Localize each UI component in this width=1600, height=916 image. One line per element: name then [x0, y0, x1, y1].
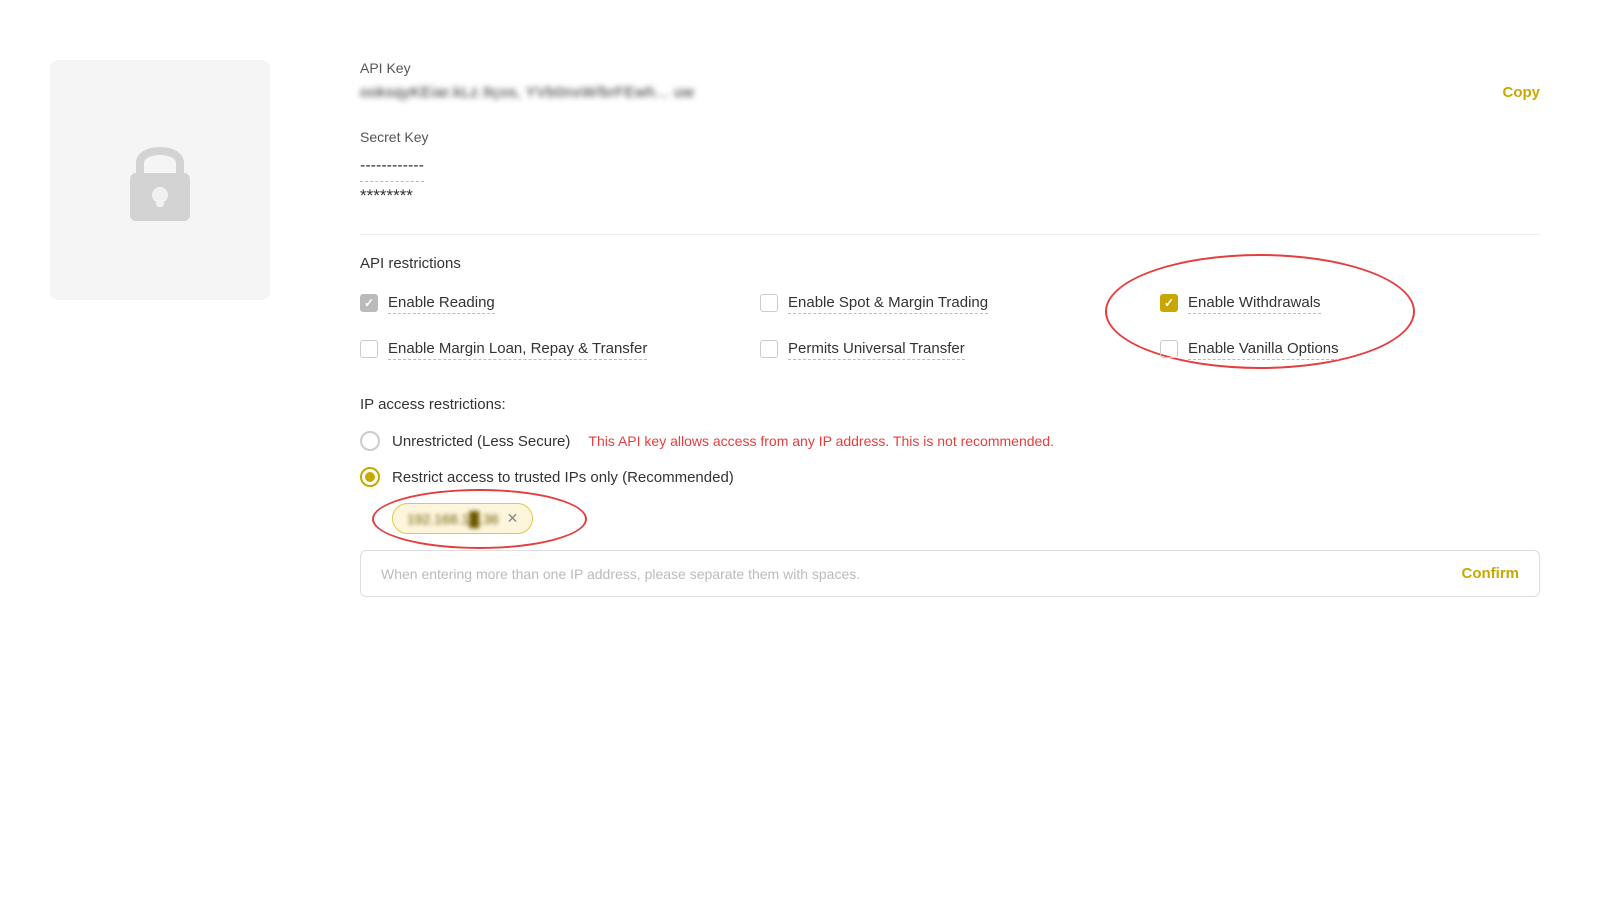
secret-key-label: Secret Key [360, 129, 1540, 145]
divider [360, 234, 1540, 235]
copy-button[interactable]: Copy [1503, 84, 1541, 101]
unrestricted-radio-row: Unrestricted (Less Secure) This API key … [360, 431, 1540, 451]
checkmark-withdrawals: ✓ [1164, 296, 1174, 310]
lock-icon [120, 135, 200, 225]
checkmark-reading: ✓ [364, 296, 374, 310]
left-panel [0, 0, 320, 916]
checkbox-enable-spot: Enable Spot & Margin Trading [760, 292, 1140, 314]
right-panel: API Key ooksqyKEiar.kLz.9ços, YVb0nxW/br… [320, 0, 1600, 916]
page-layout: API Key ooksqyKEiar.kLz.9ços, YVb0nxW/br… [0, 0, 1600, 916]
lock-card [50, 60, 270, 300]
checkbox-enable-withdrawals-label: Enable Withdrawals [1188, 292, 1321, 314]
restricted-label: Restrict access to trusted IPs only (Rec… [392, 469, 734, 486]
checkbox-enable-spot-label: Enable Spot & Margin Trading [788, 292, 988, 314]
radio-dot [365, 472, 375, 482]
checkbox-enable-withdrawals: ✓ Enable Withdrawals [1160, 292, 1540, 314]
ip-input-row: When entering more than one IP address, … [360, 550, 1540, 597]
ip-section: IP access restrictions: Unrestricted (Le… [360, 396, 1540, 597]
checkbox-enable-spot-box[interactable] [760, 294, 778, 312]
ip-input-placeholder: When entering more than one IP address, … [381, 566, 1462, 582]
api-key-row: ooksqyKEiar.kLz.9ços, YVb0nxW/brFEwh... … [360, 84, 1540, 101]
secret-key-section: Secret Key ------------ ******** [360, 129, 1540, 206]
checkbox-enable-margin-loan-label: Enable Margin Loan, Repay & Transfer [388, 338, 647, 360]
restricted-radio-row: Restrict access to trusted IPs only (Rec… [360, 467, 1540, 487]
trusted-ip-row: 192.168.1█.36 ✕ [392, 503, 1540, 534]
ip-chip-remove[interactable]: ✕ [507, 510, 519, 527]
checkbox-enable-vanilla: Enable Vanilla Options [1160, 338, 1540, 360]
checkbox-enable-margin-loan: Enable Margin Loan, Repay & Transfer [360, 338, 740, 360]
checkbox-permits-universal-box[interactable] [760, 340, 778, 358]
checkbox-enable-vanilla-label: Enable Vanilla Options [1188, 338, 1339, 360]
unrestricted-radio[interactable] [360, 431, 380, 451]
confirm-button[interactable]: Confirm [1462, 565, 1520, 582]
ip-chip: 192.168.1█.36 ✕ [392, 503, 533, 534]
unrestricted-warning: This API key allows access from any IP a… [588, 433, 1054, 449]
checkbox-enable-margin-loan-box[interactable] [360, 340, 378, 358]
api-key-value: ooksqyKEiar.kLz.9ços, YVb0nxW/brFEwh... … [360, 84, 1483, 101]
ip-chip-value: 192.168.1█.36 [407, 511, 499, 527]
api-key-label: API Key [360, 60, 1540, 76]
secret-key-value: ******** [360, 186, 1540, 206]
api-restrictions-grid: ✓ Enable Reading Enable Spot & Margin Tr… [360, 292, 1540, 360]
checkbox-permits-universal: Permits Universal Transfer [760, 338, 1140, 360]
checkbox-permits-universal-label: Permits Universal Transfer [788, 338, 965, 360]
secret-key-dots: ------------ [360, 157, 424, 182]
checkbox-enable-reading-box[interactable]: ✓ [360, 294, 378, 312]
checkbox-enable-reading-label: Enable Reading [388, 292, 495, 314]
ip-chip-wrapper: 192.168.1█.36 ✕ [392, 503, 533, 534]
checkbox-enable-reading: ✓ Enable Reading [360, 292, 740, 314]
checkbox-enable-vanilla-box[interactable] [1160, 340, 1178, 358]
restricted-radio[interactable] [360, 467, 380, 487]
checkbox-enable-withdrawals-box[interactable]: ✓ [1160, 294, 1178, 312]
ip-restrictions-title: IP access restrictions: [360, 396, 1540, 413]
unrestricted-label: Unrestricted (Less Secure) [392, 433, 570, 450]
api-restrictions-title: API restrictions [360, 255, 1540, 272]
